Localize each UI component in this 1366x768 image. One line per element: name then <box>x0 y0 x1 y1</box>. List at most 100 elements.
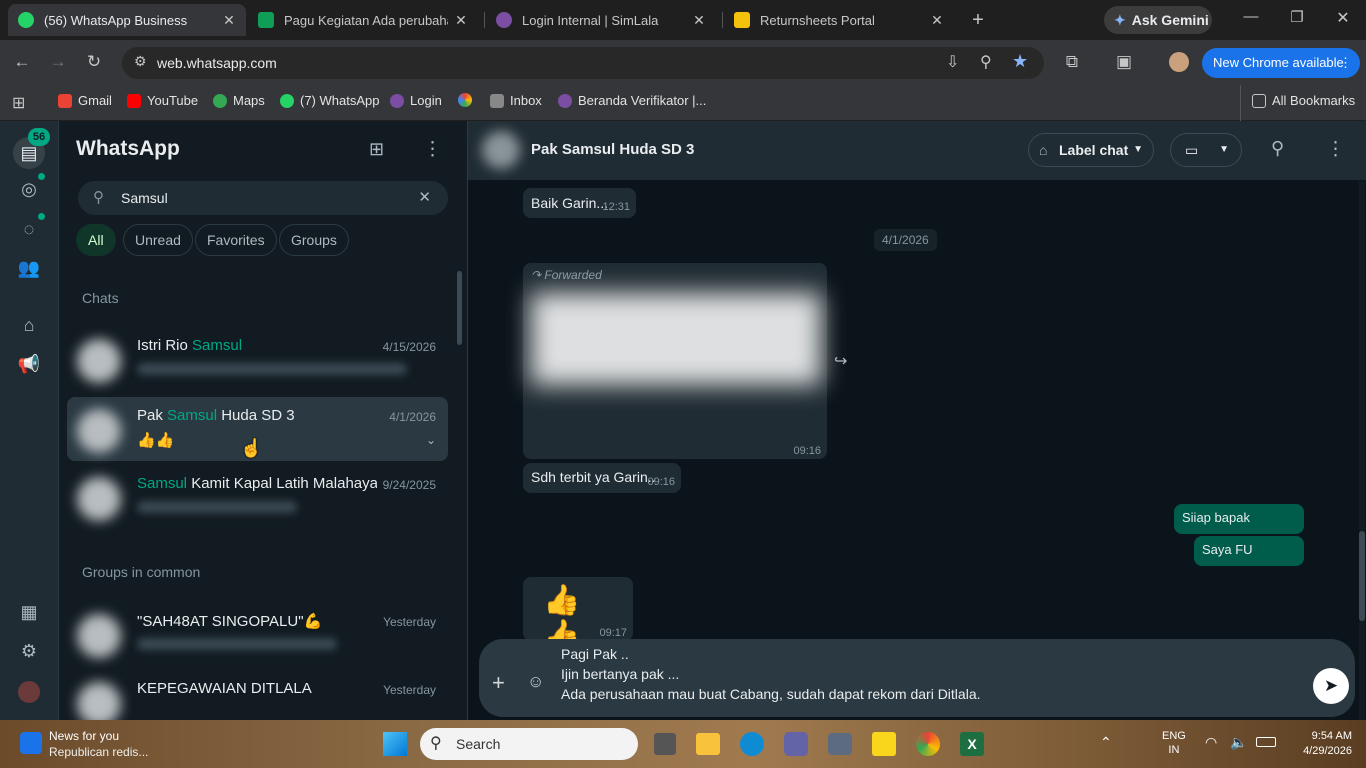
clock[interactable]: 9:54 AM 4/29/2026 <box>1290 729 1352 759</box>
settings-icon[interactable]: ⚙ <box>17 639 41 663</box>
chat-row[interactable]: Istri Rio Samsul 4/15/2026 <box>67 327 448 391</box>
bookmark-maps[interactable]: Maps <box>213 93 265 108</box>
edge-icon[interactable] <box>740 732 764 756</box>
tab-search-icon[interactable]: ▣ <box>1112 50 1136 74</box>
label-chat-button[interactable]: ⌂ Label chat ▼ <box>1028 133 1154 167</box>
apps-grid-icon[interactable]: ⊞ <box>12 93 25 113</box>
scrollbar[interactable] <box>457 271 462 345</box>
send-button[interactable]: ➤ <box>1313 668 1349 704</box>
language-indicator[interactable]: ENG IN <box>1162 729 1186 757</box>
volume-icon[interactable]: 🔈 <box>1230 734 1247 751</box>
sticky-notes-icon[interactable] <box>872 732 896 756</box>
ask-gemini-label: Ask Gemini <box>1131 12 1209 28</box>
message-in-emoji[interactable]: 👍👍 09:17 <box>523 577 633 652</box>
bookmark-whatsapp[interactable]: (7) WhatsApp <box>280 93 379 108</box>
message-in[interactable]: Baik Garin... 12:31 <box>523 188 636 218</box>
kebab-menu-icon[interactable]: ⋮ <box>1339 48 1352 78</box>
media-icon[interactable]: ▦ <box>17 600 41 624</box>
message-out[interactable]: Siiap bapak <box>1174 504 1304 534</box>
taskbar-search[interactable]: ⚲ Search <box>420 728 638 760</box>
minimize-button[interactable]: — <box>1240 8 1262 25</box>
bookmark-beranda[interactable]: Beranda Verifikator |... <box>558 93 706 108</box>
filter-unread[interactable]: Unread <box>123 224 193 256</box>
group-row[interactable]: "SAH48AT SINGOPALU"💪 Yesterday <box>67 602 448 666</box>
chat-row[interactable]: Samsul Kamit Kapal Latih Malahaya... 9/2… <box>67 465 448 529</box>
install-app-icon[interactable]: ⇩ <box>946 52 959 72</box>
bookmark-inbox[interactable]: Inbox <box>490 93 542 108</box>
profile-avatar[interactable] <box>1169 52 1189 72</box>
back-icon[interactable]: ← <box>10 50 34 74</box>
reload-icon[interactable]: ↻ <box>82 50 106 74</box>
chrome-icon[interactable] <box>916 732 940 756</box>
message-input[interactable]: Pagi Pak .. Ijin bertanya pak ... Ada pe… <box>561 644 981 704</box>
attach-icon[interactable]: + <box>492 670 505 696</box>
close-icon[interactable]: ✕ <box>930 12 944 29</box>
chat-header[interactable]: Pak Samsul Huda SD 3 ⌂ Label chat ▼ ▭ ▼ … <box>468 121 1366 180</box>
advertise-icon[interactable]: 📢 <box>17 352 41 376</box>
wifi-icon[interactable]: ◠ <box>1205 734 1217 751</box>
address-bar[interactable]: ⚙ web.whatsapp.com ⇩ ⚲ ★ <box>122 47 1044 79</box>
close-icon[interactable]: ✕ <box>222 12 236 29</box>
file-explorer-icon[interactable] <box>696 733 720 755</box>
bookmark-youtube[interactable]: YouTube <box>127 93 198 108</box>
tab-returnsheets[interactable]: Returnsheets Portal ✕ <box>724 4 954 36</box>
restore-button[interactable]: ❐ <box>1286 8 1308 26</box>
message-out[interactable]: Saya FU <box>1194 536 1304 566</box>
message-composer[interactable]: + ☺ Pagi Pak .. Ijin bertanya pak ... Ad… <box>479 639 1355 717</box>
filter-groups[interactable]: Groups <box>279 224 349 256</box>
tab-whatsapp[interactable]: (56) WhatsApp Business ✕ <box>8 4 246 36</box>
close-icon[interactable]: ✕ <box>692 12 706 29</box>
chat-date: 4/1/2026 <box>389 410 436 424</box>
zoom-icon[interactable]: ⚲ <box>980 52 992 72</box>
close-icon[interactable]: ✕ <box>454 12 468 29</box>
camera-icon[interactable] <box>828 733 852 755</box>
sticker-icon[interactable]: ☺ <box>527 672 544 692</box>
windows-start-icon[interactable] <box>383 732 407 756</box>
new-chrome-available-button[interactable]: New Chrome available ⋮ <box>1202 48 1360 78</box>
channels-icon[interactable]: ◌ <box>17 217 41 241</box>
search-input[interactable]: Samsul <box>121 190 168 206</box>
catalog-icon[interactable]: ⌂ <box>17 313 41 337</box>
menu-icon[interactable]: ⋮ <box>423 138 442 161</box>
close-window-button[interactable]: ✕ <box>1332 8 1354 28</box>
chevron-down-icon[interactable]: ⌄ <box>426 433 436 447</box>
app-icon[interactable] <box>784 732 808 756</box>
profile-avatar[interactable] <box>18 681 40 703</box>
message-in-forwarded[interactable]: ↷ Forwarded 09:16 <box>523 263 827 459</box>
scrollbar[interactable] <box>1359 531 1365 621</box>
group-row[interactable]: KEPEGAWAIAN DITLALA Yesterday <box>67 670 448 720</box>
filter-favorites[interactable]: Favorites <box>195 224 277 256</box>
forward-icon[interactable]: ↪ <box>834 351 847 371</box>
menu-icon[interactable]: ⋮ <box>1326 138 1345 161</box>
scroll-track[interactable] <box>1359 181 1365 720</box>
news-title[interactable]: News for you <box>49 729 119 743</box>
tab-pagu[interactable]: Pagu Kegiatan Ada perubahan d ✕ <box>248 4 478 36</box>
site-info-icon[interactable]: ⚙ <box>134 53 147 70</box>
youtube-icon <box>127 93 141 108</box>
tab-simlala[interactable]: Login Internal | SimLala ✕ <box>486 4 716 36</box>
extensions-icon[interactable]: ⧉ <box>1060 50 1084 74</box>
search-icon[interactable]: ⚲ <box>1271 138 1284 159</box>
filter-all[interactable]: All <box>76 224 116 256</box>
new-chat-icon[interactable]: ⊞ <box>369 139 384 160</box>
news-icon[interactable] <box>20 732 42 754</box>
chevron-up-icon[interactable]: ⌃ <box>1100 734 1112 751</box>
video-call-button[interactable]: ▭ ▼ <box>1170 133 1242 167</box>
status-icon[interactable]: ◎ <box>17 177 41 201</box>
bookmark-gmail[interactable]: Gmail <box>58 93 112 108</box>
bookmark-star-icon[interactable]: ★ <box>1012 51 1028 72</box>
task-view-icon[interactable] <box>654 733 676 755</box>
clear-search-icon[interactable]: ✕ <box>418 188 431 206</box>
search-box[interactable]: ⚲ Samsul ✕ <box>78 181 448 215</box>
bookmark-login[interactable]: Login <box>390 93 442 108</box>
blurred-image[interactable] <box>531 293 821 385</box>
excel-icon[interactable]: X <box>960 732 984 756</box>
bookmark-photos[interactable] <box>458 93 478 107</box>
all-bookmarks[interactable]: All Bookmarks <box>1252 93 1355 108</box>
new-tab-button[interactable]: + <box>966 8 990 32</box>
forward-icon[interactable]: → <box>46 50 70 74</box>
message-in[interactable]: Sdh terbit ya Garin.. 09:16 <box>523 463 681 493</box>
ask-gemini-button[interactable]: ✦ Ask Gemini <box>1104 6 1212 34</box>
communities-icon[interactable]: 👥 <box>17 256 41 280</box>
battery-icon[interactable] <box>1256 737 1276 747</box>
